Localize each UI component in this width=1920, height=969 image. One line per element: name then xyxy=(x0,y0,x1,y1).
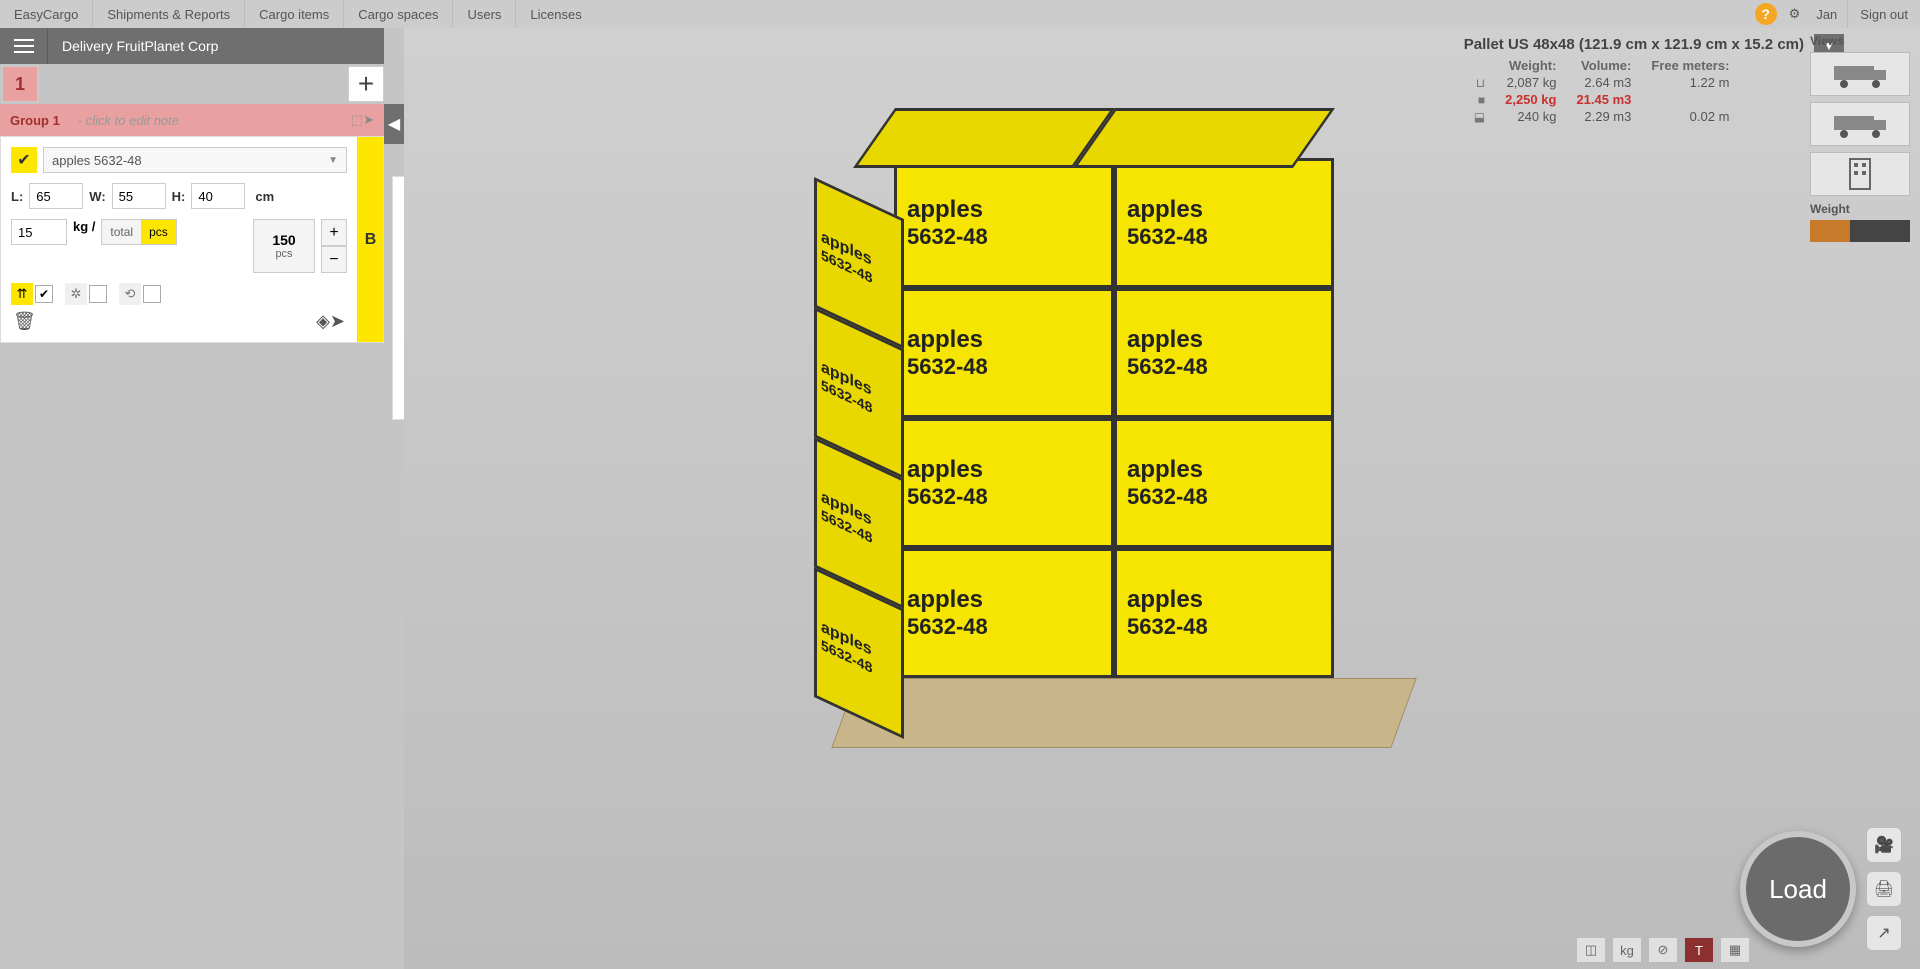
row2-w: 240 kg xyxy=(1495,108,1566,125)
qty-label: pcs xyxy=(275,248,292,260)
nav-shipments[interactable]: Shipments & Reports xyxy=(92,0,244,28)
row1-v: 21.45 m3 xyxy=(1566,91,1641,108)
tab-1[interactable]: 1 xyxy=(2,66,38,102)
hdr-weight: Weight: xyxy=(1495,57,1566,74)
group-box-icon[interactable]: ⬚➤ xyxy=(351,112,374,128)
help-icon[interactable]: ? xyxy=(1755,3,1777,25)
group-header: Group 1 - click to edit note ⬚➤ xyxy=(0,104,384,136)
views-panel: Views Weight xyxy=(1810,34,1910,242)
item-card: ✔ apples 5632-48 L: W: H: cm kg / total … xyxy=(0,136,384,343)
stack-icon[interactable]: ⇈ xyxy=(11,283,33,305)
weight-label: Weight xyxy=(1810,202,1910,216)
row2-f: 0.02 m xyxy=(1641,108,1739,125)
row-icon-2: ⬓ xyxy=(1464,108,1495,125)
hazard-checkbox[interactable] xyxy=(89,285,107,303)
tool-grid-icon[interactable]: ▦ xyxy=(1720,937,1750,963)
pallet-render: apples5632-48 apples5632-48 apples5632-4… xyxy=(784,78,1434,778)
delete-item-icon[interactable]: 🗑 xyxy=(13,311,36,332)
bottom-right-controls: Load 🎥 🖨 ↗ xyxy=(1740,827,1902,951)
row-icon-0: ⊔ xyxy=(1464,74,1495,91)
hdr-freem: Free meters: xyxy=(1641,57,1739,74)
3d-viewport[interactable]: apples5632-48 apples5632-48 apples5632-4… xyxy=(404,28,1920,969)
view-truck-back-icon[interactable] xyxy=(1810,102,1910,146)
view-top-icon[interactable] xyxy=(1810,152,1910,196)
row0-w: 2,087 kg xyxy=(1495,74,1566,91)
tool-text-icon[interactable]: T xyxy=(1684,937,1714,963)
user-name[interactable]: Jan xyxy=(1806,0,1847,28)
top-nav: EasyCargo Shipments & Reports Cargo item… xyxy=(0,0,1920,28)
hdr-volume: Volume: xyxy=(1566,57,1641,74)
length-input[interactable] xyxy=(29,183,83,209)
width-label: W: xyxy=(89,189,105,204)
qty-value: 150 xyxy=(272,232,295,248)
width-input[interactable] xyxy=(112,183,166,209)
nav-cargo-items[interactable]: Cargo items xyxy=(244,0,343,28)
tool-box-icon[interactable]: ◫ xyxy=(1576,937,1606,963)
print-icon[interactable]: 🖨 xyxy=(1866,871,1902,907)
group-name[interactable]: Group 1 xyxy=(10,113,60,128)
pallet-title: Pallet US 48x48 (121.9 cm x 121.9 cm x 1… xyxy=(1464,36,1804,53)
bottom-toolbar: ◫ kg ⊘ T ▦ xyxy=(1576,937,1750,963)
qty-plus-button[interactable]: + xyxy=(321,219,347,246)
item-3d-icon[interactable]: ◈➤ xyxy=(316,311,345,332)
tool-forbid-icon[interactable]: ⊘ xyxy=(1648,937,1678,963)
hazard-icon[interactable]: ✲ xyxy=(65,283,87,305)
weight-input[interactable] xyxy=(11,219,67,245)
row1-f xyxy=(1641,91,1739,108)
item-color-strip[interactable]: B xyxy=(357,137,383,342)
dim-unit: cm xyxy=(255,189,274,204)
rotate-checkbox[interactable] xyxy=(143,285,161,303)
item-enabled-checkbox[interactable]: ✔ xyxy=(11,147,37,173)
row0-v: 2.64 m3 xyxy=(1566,74,1641,91)
height-label: H: xyxy=(172,189,186,204)
title-bar: Delivery FruitPlanet Corp xyxy=(0,28,384,64)
collapse-panel-icon[interactable]: ◀ xyxy=(384,104,404,144)
brand: EasyCargo xyxy=(0,0,92,28)
camera-icon[interactable]: 🎥 xyxy=(1866,827,1902,863)
tool-kg-icon[interactable]: kg xyxy=(1612,937,1642,963)
row2-v: 2.29 m3 xyxy=(1566,108,1641,125)
row-icon-1: ■ xyxy=(1464,91,1495,108)
item-name-select[interactable]: apples 5632-48 xyxy=(43,147,347,173)
sign-out-link[interactable]: Sign out xyxy=(1847,0,1920,28)
views-label: Views xyxy=(1810,34,1910,48)
qty-minus-button[interactable]: − xyxy=(321,246,347,273)
quantity-display: 150 pcs xyxy=(253,219,315,273)
seg-total[interactable]: total xyxy=(102,220,141,244)
group-note-input[interactable]: - click to edit note xyxy=(78,113,351,128)
weight-mode-segment: total pcs xyxy=(101,219,176,245)
view-truck-side-icon[interactable] xyxy=(1810,52,1910,96)
stack-checkbox[interactable]: ✔ xyxy=(35,285,53,303)
nav-users[interactable]: Users xyxy=(452,0,515,28)
shipment-title: Delivery FruitPlanet Corp xyxy=(48,38,218,54)
load-button[interactable]: Load xyxy=(1740,831,1856,947)
left-panel: 1 + Group 1 - click to edit note ⬚➤ ✔ ap… xyxy=(0,64,384,343)
weight-bar xyxy=(1810,220,1910,242)
tab-row: 1 + xyxy=(0,64,384,104)
nav-cargo-spaces[interactable]: Cargo spaces xyxy=(343,0,452,28)
settings-gear-icon[interactable]: ⚙ xyxy=(1783,0,1807,28)
seg-pcs[interactable]: pcs xyxy=(141,220,176,244)
rotate-icon[interactable]: ⟲ xyxy=(119,283,141,305)
add-tab-button[interactable]: + xyxy=(348,66,384,102)
share-icon[interactable]: ↗ xyxy=(1866,915,1902,951)
height-input[interactable] xyxy=(191,183,245,209)
nav-licenses[interactable]: Licenses xyxy=(515,0,595,28)
pallet-info: Pallet US 48x48 (121.9 cm x 121.9 cm x 1… xyxy=(1464,36,1804,125)
hamburger-menu-icon[interactable] xyxy=(0,28,48,64)
weight-unit: kg / xyxy=(73,219,95,234)
row0-f: 1.22 m xyxy=(1641,74,1739,91)
row1-w: 2,250 kg xyxy=(1495,91,1566,108)
length-label: L: xyxy=(11,189,23,204)
